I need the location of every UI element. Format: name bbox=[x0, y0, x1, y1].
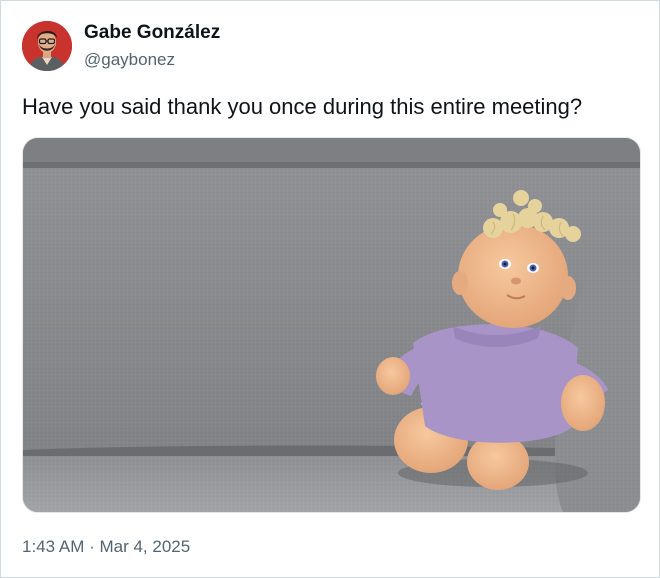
user-handle[interactable]: @gaybonez bbox=[84, 50, 175, 70]
doll-on-couch-photo-icon bbox=[23, 138, 640, 512]
tweet-timestamp[interactable]: 1:43 AM · Mar 4, 2025 bbox=[22, 537, 190, 557]
tweet-card: Gabe González @gaybonez Have you said th… bbox=[0, 0, 660, 578]
avatar[interactable] bbox=[22, 21, 72, 71]
tweet-media[interactable] bbox=[22, 137, 641, 513]
tweet-text: Have you said thank you once during this… bbox=[22, 94, 583, 119]
avatar-photo-icon bbox=[22, 21, 72, 71]
display-name[interactable]: Gabe González bbox=[84, 22, 220, 44]
